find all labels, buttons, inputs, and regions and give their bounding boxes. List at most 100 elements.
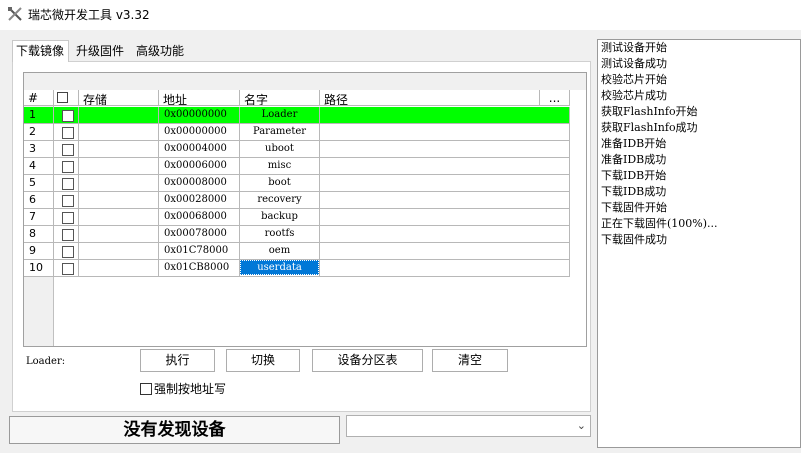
row-name[interactable]: misc bbox=[240, 158, 320, 175]
row-storage[interactable] bbox=[79, 243, 159, 260]
row-checkbox[interactable] bbox=[62, 144, 74, 156]
column-header-more[interactable]: ... bbox=[540, 90, 570, 106]
row-path[interactable] bbox=[320, 192, 570, 209]
row-path[interactable] bbox=[320, 124, 570, 141]
switch-button[interactable]: 切换 bbox=[226, 349, 300, 372]
row-address[interactable]: 0x00068000 bbox=[159, 209, 240, 226]
force-write-option[interactable]: 强制按地址写 bbox=[140, 380, 226, 397]
select-all-checkbox[interactable] bbox=[57, 92, 68, 103]
row-storage[interactable] bbox=[79, 158, 159, 175]
row-name[interactable]: backup bbox=[240, 209, 320, 226]
column-header-check[interactable] bbox=[54, 90, 79, 106]
row-path[interactable] bbox=[320, 141, 570, 158]
row-path[interactable] bbox=[320, 226, 570, 243]
table-row[interactable]: 10 0x01CB8000 userdata bbox=[24, 260, 570, 277]
row-storage[interactable] bbox=[79, 107, 159, 124]
force-write-checkbox[interactable] bbox=[140, 382, 152, 395]
row-name[interactable]: userdata bbox=[240, 260, 320, 277]
device-select[interactable]: ⌄ bbox=[346, 415, 591, 437]
log-panel: 测试设备开始 测试设备成功 校验芯片开始 校验芯片成功 获取FlashInfo开始 获取F… bbox=[597, 39, 801, 448]
row-index[interactable]: 8 bbox=[24, 226, 54, 243]
row-checkbox[interactable] bbox=[62, 246, 74, 258]
row-storage[interactable] bbox=[79, 192, 159, 209]
table-row[interactable]: 8 0x00078000 rootfs bbox=[24, 226, 570, 243]
row-storage[interactable] bbox=[79, 226, 159, 243]
row-checkbox-cell[interactable] bbox=[54, 226, 79, 243]
row-index[interactable]: 5 bbox=[24, 175, 54, 192]
clear-button[interactable]: 清空 bbox=[432, 349, 508, 372]
row-checkbox[interactable] bbox=[62, 263, 74, 275]
row-index[interactable]: 7 bbox=[24, 209, 54, 226]
row-checkbox[interactable] bbox=[62, 229, 74, 241]
table-row[interactable]: 1 0x00000000 Loader bbox=[24, 107, 570, 124]
row-index[interactable]: 2 bbox=[24, 124, 54, 141]
row-index[interactable]: 4 bbox=[24, 158, 54, 175]
row-address[interactable]: 0x00006000 bbox=[159, 158, 240, 175]
tab-advanced[interactable]: 高级功能 bbox=[136, 42, 184, 59]
row-name[interactable]: Parameter bbox=[240, 124, 320, 141]
row-path[interactable] bbox=[320, 158, 570, 175]
chevron-down-icon[interactable]: ⌄ bbox=[577, 419, 586, 432]
row-name[interactable]: uboot bbox=[240, 141, 320, 158]
row-index[interactable]: 1 bbox=[24, 107, 54, 124]
table-row[interactable]: 3 0x00004000 uboot bbox=[24, 141, 570, 158]
row-checkbox[interactable] bbox=[62, 212, 74, 224]
table-row[interactable]: 5 0x00008000 boot bbox=[24, 175, 570, 192]
column-header-name[interactable]: 名字 bbox=[240, 90, 320, 106]
row-address[interactable]: 0x00004000 bbox=[159, 141, 240, 158]
row-address[interactable]: 0x01CB8000 bbox=[159, 260, 240, 277]
row-checkbox[interactable] bbox=[62, 178, 74, 190]
row-name[interactable]: boot bbox=[240, 175, 320, 192]
row-checkbox[interactable] bbox=[62, 127, 74, 139]
row-address[interactable]: 0x01C78000 bbox=[159, 243, 240, 260]
table-row[interactable]: 4 0x00006000 misc bbox=[24, 158, 570, 175]
row-path[interactable] bbox=[320, 260, 570, 277]
row-checkbox-cell[interactable] bbox=[54, 209, 79, 226]
column-header-index[interactable]: # bbox=[24, 90, 54, 106]
row-storage[interactable] bbox=[79, 175, 159, 192]
table-row[interactable]: 9 0x01C78000 oem bbox=[24, 243, 570, 260]
row-address[interactable]: 0x00028000 bbox=[159, 192, 240, 209]
row-checkbox-cell[interactable] bbox=[54, 107, 79, 124]
row-name[interactable]: rootfs bbox=[240, 226, 320, 243]
row-checkbox-cell[interactable] bbox=[54, 124, 79, 141]
row-name[interactable]: oem bbox=[240, 243, 320, 260]
row-path[interactable] bbox=[320, 209, 570, 226]
partition-table-button[interactable]: 设备分区表 bbox=[312, 349, 423, 372]
row-path[interactable] bbox=[320, 175, 570, 192]
table-row[interactable]: 7 0x00068000 backup bbox=[24, 209, 570, 226]
column-header-address[interactable]: 地址 bbox=[159, 90, 240, 106]
row-index[interactable]: 9 bbox=[24, 243, 54, 260]
row-name[interactable]: recovery bbox=[240, 192, 320, 209]
row-storage[interactable] bbox=[79, 260, 159, 277]
row-storage[interactable] bbox=[79, 209, 159, 226]
column-header-storage[interactable]: 存储 bbox=[79, 90, 159, 106]
row-checkbox-cell[interactable] bbox=[54, 192, 79, 209]
row-index[interactable]: 10 bbox=[24, 260, 54, 277]
row-storage[interactable] bbox=[79, 124, 159, 141]
row-checkbox[interactable] bbox=[62, 110, 74, 122]
row-checkbox-cell[interactable] bbox=[54, 158, 79, 175]
row-checkbox-cell[interactable] bbox=[54, 260, 79, 277]
row-checkbox-cell[interactable] bbox=[54, 175, 79, 192]
row-path[interactable] bbox=[320, 243, 570, 260]
row-address[interactable]: 0x00000000 bbox=[159, 107, 240, 124]
row-address[interactable]: 0x00008000 bbox=[159, 175, 240, 192]
row-name[interactable]: Loader bbox=[240, 107, 320, 124]
table-row[interactable]: 2 0x00000000 Parameter bbox=[24, 124, 570, 141]
tab-download-image[interactable]: 下载镜像 bbox=[12, 40, 70, 62]
row-index[interactable]: 6 bbox=[24, 192, 54, 209]
table-row[interactable]: 6 0x00028000 recovery bbox=[24, 192, 570, 209]
run-button[interactable]: 执行 bbox=[140, 349, 215, 372]
row-address[interactable]: 0x00078000 bbox=[159, 226, 240, 243]
row-checkbox-cell[interactable] bbox=[54, 243, 79, 260]
column-header-path[interactable]: 路径 bbox=[320, 90, 540, 106]
row-checkbox-cell[interactable] bbox=[54, 141, 79, 158]
row-storage[interactable] bbox=[79, 141, 159, 158]
row-checkbox[interactable] bbox=[62, 161, 74, 173]
row-index[interactable]: 3 bbox=[24, 141, 54, 158]
row-address[interactable]: 0x00000000 bbox=[159, 124, 240, 141]
row-path[interactable] bbox=[320, 107, 570, 124]
tab-upgrade-firmware[interactable]: 升级固件 bbox=[76, 42, 124, 59]
row-checkbox[interactable] bbox=[62, 195, 74, 207]
